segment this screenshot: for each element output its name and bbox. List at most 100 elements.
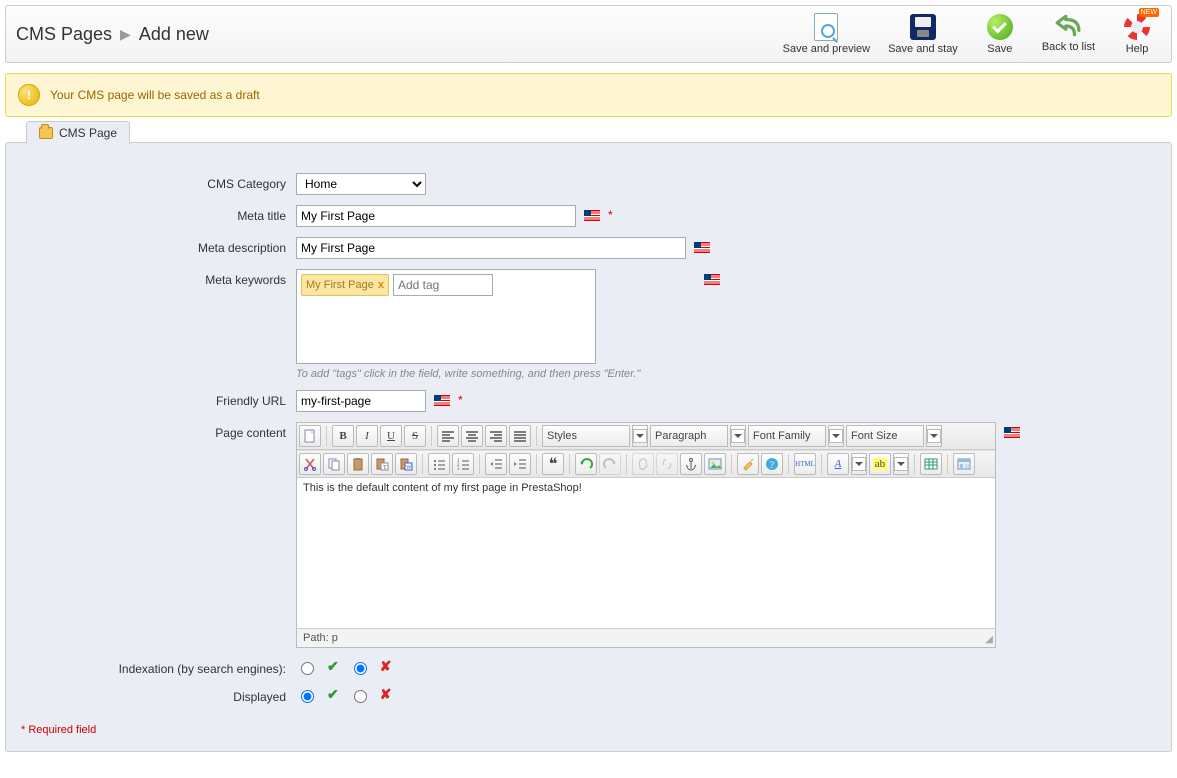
preview-icon <box>814 13 838 41</box>
align-right-icon[interactable] <box>485 425 507 447</box>
flag-icon[interactable] <box>434 395 450 406</box>
help-label: Help <box>1126 43 1149 55</box>
paragraph-select[interactable]: Paragraph <box>650 425 728 447</box>
flag-icon[interactable] <box>1004 427 1020 438</box>
styles-dropdown-icon[interactable] <box>632 425 648 447</box>
folder-icon <box>39 127 53 139</box>
help-icon[interactable]: ? <box>761 453 783 475</box>
copy-icon[interactable] <box>323 453 345 475</box>
template-icon[interactable] <box>953 453 975 475</box>
label-page-content: Page content <box>21 422 296 440</box>
back-to-list-button[interactable]: Back to list <box>1042 13 1095 55</box>
form-panel: CMS Page CMS Category Home Meta title * … <box>5 142 1172 752</box>
label-displayed: Displayed <box>21 686 296 704</box>
breadcrumb-current: Add new <box>139 24 209 45</box>
svg-text:3: 3 <box>457 467 460 471</box>
label-meta-keywords: Meta keywords <box>21 269 296 287</box>
align-center-icon[interactable] <box>461 425 483 447</box>
keywords-box[interactable]: My First Page x <box>296 269 596 364</box>
displayed-yes-radio[interactable] <box>301 690 314 703</box>
save-and-stay-button[interactable]: Save and stay <box>888 13 958 55</box>
align-justify-icon[interactable] <box>509 425 531 447</box>
number-list-icon[interactable]: 123 <box>452 453 474 475</box>
paste-icon[interactable] <box>347 453 369 475</box>
underline-icon[interactable]: U <box>380 425 402 447</box>
cut-icon[interactable] <box>299 453 321 475</box>
remove-tag-icon[interactable]: x <box>378 279 384 291</box>
breadcrumb: CMS Pages ▶ Add new <box>16 24 209 45</box>
panel-title: CMS Page <box>59 126 117 140</box>
resize-handle-icon[interactable]: ◢ <box>985 634 993 645</box>
font-family-select[interactable]: Font Family <box>748 425 826 447</box>
friendly-url-input[interactable] <box>296 390 426 412</box>
flag-icon[interactable] <box>584 210 600 221</box>
new-badge: NEW <box>1139 8 1159 17</box>
cross-icon: ✘ <box>380 658 392 675</box>
text-color-dropdown-icon[interactable] <box>851 453 867 475</box>
bullet-list-icon[interactable] <box>428 453 450 475</box>
indexation-no-radio[interactable] <box>354 662 367 675</box>
keyword-tag-label: My First Page <box>306 279 374 291</box>
required-field-note: * Required field <box>21 724 1156 736</box>
unlink-icon[interactable] <box>656 453 678 475</box>
save-button[interactable]: Save <box>976 13 1024 55</box>
required-star: * <box>608 208 613 222</box>
editor-toolbar-row2: T W 123 ❝ <box>297 450 995 478</box>
cleanup-icon[interactable] <box>737 453 759 475</box>
check-icon: ✔ <box>327 658 339 675</box>
displayed-no-radio[interactable] <box>354 690 367 703</box>
new-document-icon[interactable] <box>299 425 321 447</box>
font-size-dropdown-icon[interactable] <box>926 425 942 447</box>
indent-icon[interactable] <box>509 453 531 475</box>
save-and-preview-button[interactable]: Save and preview <box>783 13 870 55</box>
save-and-preview-label: Save and preview <box>783 43 870 55</box>
floppy-icon <box>910 14 936 40</box>
required-star: * <box>458 393 463 407</box>
link-icon[interactable] <box>632 453 654 475</box>
meta-desc-input[interactable] <box>296 237 686 259</box>
undo-icon[interactable] <box>575 453 597 475</box>
label-meta-title: Meta title <box>21 205 296 223</box>
text-color-icon[interactable]: A <box>827 453 849 475</box>
editor-body[interactable]: This is the default content of my first … <box>297 478 995 628</box>
check-icon: ✔ <box>327 686 339 703</box>
italic-icon[interactable]: I <box>356 425 378 447</box>
cross-icon: ✘ <box>380 686 392 703</box>
save-and-stay-label: Save and stay <box>888 43 958 55</box>
strikethrough-icon[interactable]: S <box>404 425 426 447</box>
meta-title-input[interactable] <box>296 205 576 227</box>
blockquote-icon[interactable]: ❝ <box>542 453 564 475</box>
html-icon[interactable]: HTML <box>794 453 816 475</box>
label-friendly-url: Friendly URL <box>21 390 296 408</box>
tag-input[interactable] <box>393 274 493 296</box>
image-icon[interactable] <box>704 453 726 475</box>
paste-word-icon[interactable]: W <box>395 453 417 475</box>
indexation-yes-radio[interactable] <box>301 662 314 675</box>
category-select[interactable]: Home <box>296 173 426 195</box>
editor-path-text: Path: p <box>303 632 338 644</box>
font-size-select[interactable]: Font Size <box>846 425 924 447</box>
flag-icon[interactable] <box>694 242 710 253</box>
highlight-dropdown-icon[interactable] <box>893 453 909 475</box>
warning-icon: ! <box>18 84 40 106</box>
panel-tab[interactable]: CMS Page <box>26 121 130 145</box>
styles-select[interactable]: Styles <box>542 425 630 447</box>
highlight-icon[interactable]: ab <box>869 453 891 475</box>
paragraph-dropdown-icon[interactable] <box>730 425 746 447</box>
tag-hint: To add "tags" click in the field, write … <box>296 368 696 380</box>
table-icon[interactable] <box>920 453 942 475</box>
notice-text: Your CMS page will be saved as a draft <box>50 88 260 102</box>
editor-toolbar-row1: B I U S Styles Paragraph Font Family F <box>297 423 995 450</box>
paste-text-icon[interactable]: T <box>371 453 393 475</box>
align-left-icon[interactable] <box>437 425 459 447</box>
flag-icon[interactable] <box>704 274 720 285</box>
redo-icon[interactable] <box>599 453 621 475</box>
outdent-icon[interactable] <box>485 453 507 475</box>
font-family-dropdown-icon[interactable] <box>828 425 844 447</box>
bold-icon[interactable]: B <box>332 425 354 447</box>
breadcrumb-root[interactable]: CMS Pages <box>16 24 112 45</box>
check-circle-icon <box>987 14 1013 40</box>
anchor-icon[interactable] <box>680 453 702 475</box>
help-button[interactable]: NEW Help <box>1113 13 1161 55</box>
svg-text:T: T <box>383 465 387 471</box>
